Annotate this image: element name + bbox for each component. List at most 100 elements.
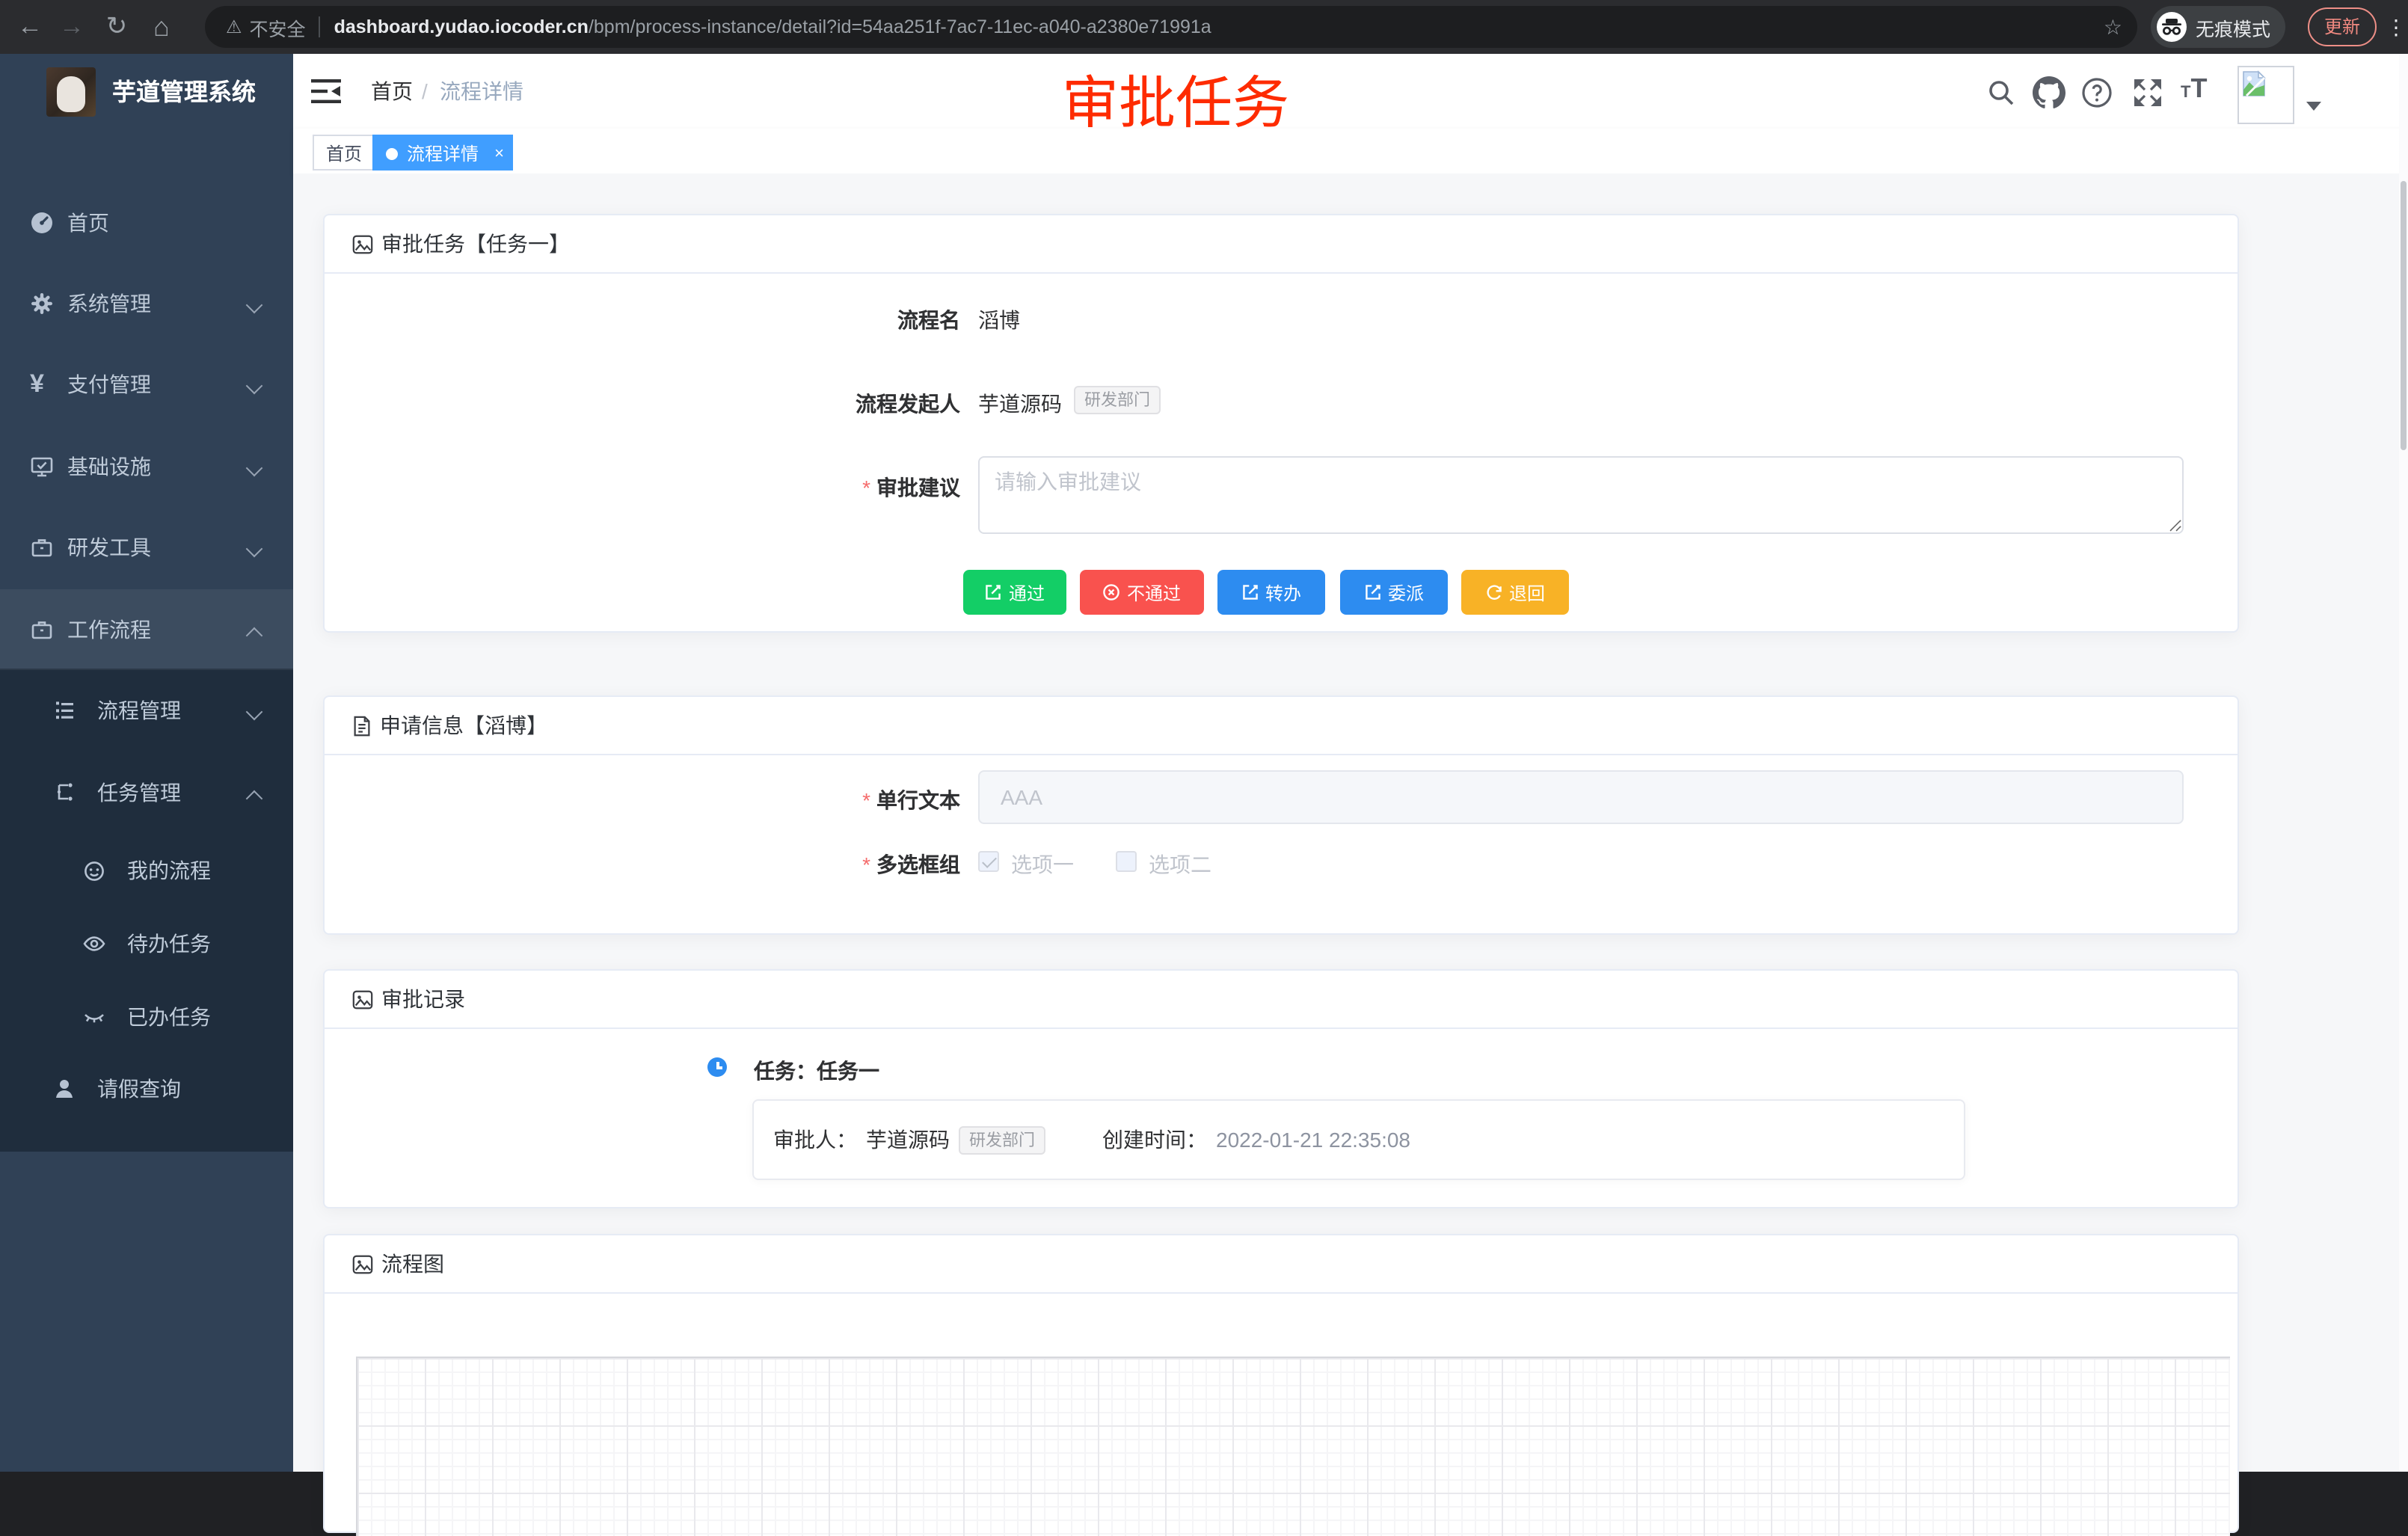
tags-view-bar: 首页 流程详情 × [293, 129, 2408, 175]
gear-icon [30, 292, 54, 316]
process-name-value: 滔博 [978, 305, 1020, 335]
sidebar: 芋道管理系统 首页 系统管理 [0, 54, 293, 1472]
initiator-dept-tag: 研发部门 [1074, 386, 1161, 414]
picture-icon [351, 988, 374, 1010]
sidebar-item-label: 研发工具 [67, 507, 151, 588]
checkbox-group-label: 多选框组 [512, 850, 960, 879]
url-bar[interactable]: ⚠ 不安全 dashboard.yudao.iocoder.cn/bpm/pro… [205, 6, 2137, 48]
card-header: 审批记录 [325, 971, 2237, 1029]
button-label: 转办 [1265, 580, 1301, 605]
approver-dept-tag: 研发部门 [959, 1125, 1045, 1154]
browser-chrome: ← → ↻ ⌂ ⚠ 不安全 dashboard.yudao.iocoder.cn… [0, 0, 2408, 54]
help-icon[interactable] [2080, 76, 2113, 109]
sidebar-item-done-task[interactable]: 已办任务 [0, 977, 293, 1057]
screen: ← → ↻ ⌂ ⚠ 不安全 dashboard.yudao.iocoder.cn… [0, 0, 2408, 1472]
sidebar-item-todo-task[interactable]: 待办任务 [0, 903, 293, 984]
sidebar-item-home[interactable]: 首页 [0, 182, 293, 263]
fullscreen-icon[interactable] [2131, 76, 2164, 109]
sidebar-item-label: 流程管理 [97, 670, 181, 751]
browser-menu-icon[interactable]: ⋮ [2386, 0, 2407, 54]
back-icon[interactable]: ← [12, 0, 48, 54]
incognito-icon [2157, 12, 2187, 42]
scrollbar-thumb[interactable] [2401, 181, 2407, 450]
button-label: 通过 [1009, 580, 1045, 605]
font-size-icon[interactable]: TT [2181, 73, 2226, 106]
yen-icon: ¥ [30, 372, 54, 396]
reload-icon[interactable]: ↻ [99, 0, 135, 54]
sidebar-item-payment[interactable]: ¥ 支付管理 [0, 344, 293, 425]
reject-button[interactable]: 不通过 [1080, 570, 1204, 615]
timeline-clock-dot [707, 1057, 727, 1077]
search-icon[interactable] [1985, 76, 2018, 109]
forward-icon[interactable]: → [54, 0, 90, 54]
list-tree-icon [52, 698, 76, 722]
return-button[interactable]: 退回 [1461, 570, 1569, 615]
sidebar-item-infra[interactable]: 基础设施 [0, 426, 293, 507]
initiator-value: 芋道源码 [978, 389, 1062, 419]
avatar-dropdown-caret[interactable] [2306, 102, 2321, 111]
avatar[interactable] [2237, 66, 2294, 124]
card-header: 申请信息【滔博】 [325, 697, 2237, 755]
face-icon [82, 858, 106, 882]
eye-icon [82, 932, 106, 956]
card-title: 审批任务【任务一】 [381, 229, 570, 259]
url-domain: dashboard.yudao.iocoder.cn [334, 16, 589, 37]
breadcrumb-home[interactable]: 首页 [371, 54, 413, 129]
sidebar-item-my-process[interactable]: 我的流程 [0, 830, 293, 911]
checkbox-option-1-label: 选项一 [1011, 850, 1074, 879]
collapse-menu-icon[interactable] [311, 79, 341, 103]
tab-home[interactable]: 首页 [313, 135, 375, 171]
home-icon[interactable]: ⌂ [144, 0, 179, 54]
breadcrumb-separator: / [422, 54, 428, 129]
sidebar-item-workflow[interactable]: 工作流程 [0, 589, 293, 670]
chevron-down-icon [246, 704, 263, 721]
sidebar-item-devtools[interactable]: 研发工具 [0, 507, 293, 588]
sidebar-item-label: 支付管理 [67, 344, 151, 425]
button-label: 不通过 [1127, 580, 1181, 605]
approve-button[interactable]: 通过 [963, 570, 1066, 615]
approver-value: 芋道源码 [866, 1125, 950, 1155]
approval-task-card: 审批任务【任务一】 流程名 滔博 流程发起人 芋道源码 研发部门 审批建议 通过… [323, 214, 2239, 633]
sidebar-item-system[interactable]: 系统管理 [0, 263, 293, 344]
incognito-label: 无痕模式 [2196, 13, 2270, 41]
document-icon [351, 714, 372, 737]
page-scrollbar[interactable] [2399, 54, 2408, 1472]
checkbox-option-1[interactable] [978, 851, 999, 872]
initiator-label: 流程发起人 [512, 389, 960, 419]
app-title: 芋道管理系统 [112, 54, 256, 135]
dashboard-icon [30, 211, 54, 235]
checkbox-option-2-label: 选项二 [1149, 850, 1211, 879]
edit-icon [1241, 583, 1259, 601]
active-tab-dot [386, 148, 398, 160]
sidebar-item-label: 已办任务 [127, 977, 211, 1057]
app-logo [46, 67, 96, 117]
single-text-label: 单行文本 [512, 785, 960, 815]
bpmn-grid-canvas[interactable] [356, 1357, 2230, 1536]
monitor-icon [30, 455, 54, 479]
sidebar-item-process-mgmt[interactable]: 流程管理 [0, 670, 293, 751]
briefcase-icon [30, 618, 54, 642]
update-button[interactable]: 更新 [2308, 7, 2377, 46]
picture-icon [351, 233, 374, 255]
single-text-input[interactable] [978, 770, 2184, 824]
tab-process-detail[interactable]: 流程详情 × [372, 135, 513, 171]
delegate-button[interactable]: 委派 [1340, 570, 1448, 615]
app-logo-row[interactable]: 芋道管理系统 [0, 54, 293, 135]
url-divider [319, 16, 321, 37]
created-time-label: 创建时间： [1102, 1125, 1207, 1155]
checkbox-option-2[interactable] [1116, 851, 1137, 872]
tab-close-icon[interactable]: × [494, 136, 504, 172]
app-header: 首页 / 流程详情 审批任务 TT [293, 54, 2408, 130]
chevron-up-icon [246, 627, 263, 645]
bookmark-star-icon[interactable]: ☆ [2104, 14, 2122, 40]
edit-icon [985, 583, 1003, 601]
sidebar-item-leave-query[interactable]: 请假查询 [0, 1048, 293, 1129]
sidebar-item-task-mgmt[interactable]: 任务管理 [0, 752, 293, 833]
created-time-value: 2022-01-21 22:35:08 [1216, 1128, 1410, 1152]
suggestion-textarea[interactable] [978, 456, 2184, 534]
chevron-up-icon [246, 790, 263, 808]
github-icon[interactable] [2033, 76, 2065, 109]
circle-close-icon [1103, 583, 1121, 601]
transfer-button[interactable]: 转办 [1217, 570, 1325, 615]
sidebar-item-label: 待办任务 [127, 903, 211, 984]
